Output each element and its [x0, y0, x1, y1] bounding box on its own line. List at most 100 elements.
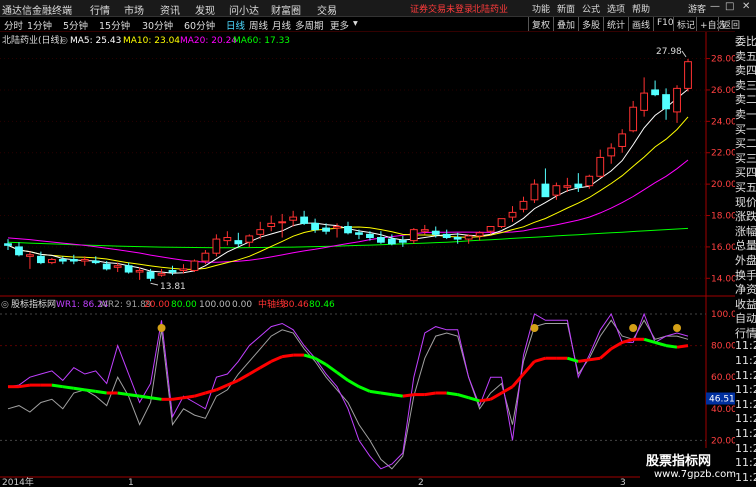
- candle-up[interactable]: [179, 268, 188, 271]
- maximize-icon[interactable]: □: [725, 1, 734, 12]
- candle-up[interactable]: [486, 226, 495, 232]
- tool-tongji[interactable]: 统计: [603, 17, 628, 31]
- period-15min[interactable]: 15分钟: [99, 18, 130, 32]
- candle-down[interactable]: [91, 260, 100, 264]
- candle-up[interactable]: [190, 260, 199, 271]
- period-fenshi[interactable]: 分时: [4, 18, 23, 32]
- candle-down[interactable]: [431, 230, 440, 235]
- candle-up[interactable]: [563, 185, 572, 188]
- candle-up[interactable]: [289, 216, 298, 221]
- chevron-down-icon[interactable]: ▾: [353, 18, 358, 29]
- candle-up[interactable]: [475, 232, 484, 237]
- candle-up[interactable]: [464, 235, 473, 240]
- menu-bangzhu[interactable]: 帮助: [632, 2, 650, 15]
- candle-up[interactable]: [245, 235, 254, 243]
- candle-down[interactable]: [168, 269, 177, 273]
- menu-gongneng[interactable]: 功能: [532, 2, 550, 15]
- period-weekly[interactable]: 周线: [249, 18, 268, 32]
- period-monthly[interactable]: 月线: [272, 18, 291, 32]
- menu-xinmian[interactable]: 新面: [557, 2, 575, 15]
- tool-back[interactable]: 返回: [718, 17, 743, 31]
- candle-down[interactable]: [69, 258, 78, 262]
- candle-up[interactable]: [684, 61, 692, 89]
- candle-up[interactable]: [26, 254, 34, 257]
- candle-down[interactable]: [4, 243, 12, 246]
- candle-up[interactable]: [157, 273, 166, 276]
- candle-down[interactable]: [377, 236, 385, 243]
- candle-up[interactable]: [519, 200, 528, 210]
- menu-caifuquan[interactable]: 财富圈: [271, 2, 301, 17]
- candle-up[interactable]: [201, 252, 210, 262]
- guest-login[interactable]: 游客: [688, 2, 706, 15]
- period-1min[interactable]: 1分钟: [27, 18, 52, 32]
- candle-down[interactable]: [651, 89, 659, 96]
- candle-down[interactable]: [322, 227, 330, 232]
- menu-gongshi[interactable]: 公式: [582, 2, 600, 15]
- stock-name-link[interactable]: 北陆药业: [472, 2, 508, 15]
- period-5min[interactable]: 5分钟: [63, 18, 88, 32]
- close-icon[interactable]: ✕: [742, 1, 750, 12]
- tool-diejia[interactable]: 叠加: [553, 17, 578, 31]
- candle-down[interactable]: [366, 233, 374, 238]
- menu-xuanxiang[interactable]: 选项: [607, 2, 625, 15]
- candle-down[interactable]: [662, 94, 670, 110]
- candle-down[interactable]: [234, 240, 243, 245]
- candle-up[interactable]: [508, 211, 517, 218]
- candle-up[interactable]: [212, 238, 221, 254]
- candle-down[interactable]: [58, 258, 67, 262]
- period-60min[interactable]: 60分钟: [184, 18, 215, 32]
- candle-down[interactable]: [344, 226, 352, 234]
- candle-up[interactable]: [607, 147, 616, 157]
- menu-wenxiaoda[interactable]: 问小达: [229, 2, 259, 17]
- candle-up[interactable]: [113, 265, 122, 268]
- menu-hangqing[interactable]: 行情: [90, 2, 110, 17]
- period-multi[interactable]: 多周期: [295, 18, 324, 32]
- candle-down[interactable]: [355, 232, 363, 235]
- menu-faxian[interactable]: 发现: [195, 2, 215, 17]
- tool-duogu[interactable]: 多股: [578, 17, 603, 31]
- candle-up[interactable]: [333, 226, 341, 229]
- candle-up[interactable]: [629, 106, 638, 132]
- candle-down[interactable]: [124, 265, 133, 273]
- tool-fuquan[interactable]: 复权: [528, 17, 553, 31]
- candle-up[interactable]: [409, 229, 418, 242]
- candle-up[interactable]: [673, 87, 681, 113]
- period-daily[interactable]: 日线: [226, 18, 245, 32]
- candle-down[interactable]: [300, 216, 309, 224]
- legend-circle-icon[interactable]: ◎: [60, 36, 68, 46]
- candle-down[interactable]: [15, 246, 23, 256]
- menu-jiaoyi[interactable]: 交易: [317, 2, 337, 17]
- candle-up[interactable]: [497, 218, 506, 228]
- candle-down[interactable]: [102, 263, 111, 270]
- candle-up[interactable]: [640, 92, 649, 111]
- trade-login-notice[interactable]: 证券交易未登录: [410, 2, 473, 15]
- period-more[interactable]: 更多: [330, 18, 349, 32]
- candle-up[interactable]: [223, 236, 232, 242]
- candle-down[interactable]: [37, 255, 45, 264]
- candle-up[interactable]: [278, 221, 287, 224]
- candle-up[interactable]: [256, 229, 265, 235]
- menu-zixun[interactable]: 资讯: [160, 2, 180, 17]
- candle-up[interactable]: [47, 258, 56, 264]
- candle-up[interactable]: [135, 269, 144, 273]
- candle-down[interactable]: [146, 271, 155, 279]
- indicator-circle-icon[interactable]: ◎: [1, 300, 9, 310]
- candle-up[interactable]: [552, 185, 561, 196]
- candle-down[interactable]: [453, 236, 462, 240]
- menu-shichang[interactable]: 市场: [124, 2, 144, 17]
- period-30min[interactable]: 30分钟: [142, 18, 173, 32]
- kline-chart[interactable]: 28.0026.0024.0022.0020.0018.0016.0014.00…: [0, 32, 735, 487]
- candle-up[interactable]: [596, 156, 605, 177]
- candle-up[interactable]: [585, 175, 594, 187]
- candle-up[interactable]: [530, 183, 539, 201]
- tool-biaoji[interactable]: 标记: [673, 17, 698, 31]
- candle-up[interactable]: [618, 133, 627, 147]
- candle-down[interactable]: [387, 238, 396, 245]
- candle-down[interactable]: [574, 183, 583, 188]
- candle-down[interactable]: [398, 240, 407, 243]
- candle-down[interactable]: [442, 233, 451, 238]
- candle-down[interactable]: [541, 183, 550, 198]
- tool-huaxian[interactable]: 画线: [628, 17, 653, 31]
- minimize-icon[interactable]: —: [710, 1, 720, 12]
- candle-up[interactable]: [267, 222, 276, 228]
